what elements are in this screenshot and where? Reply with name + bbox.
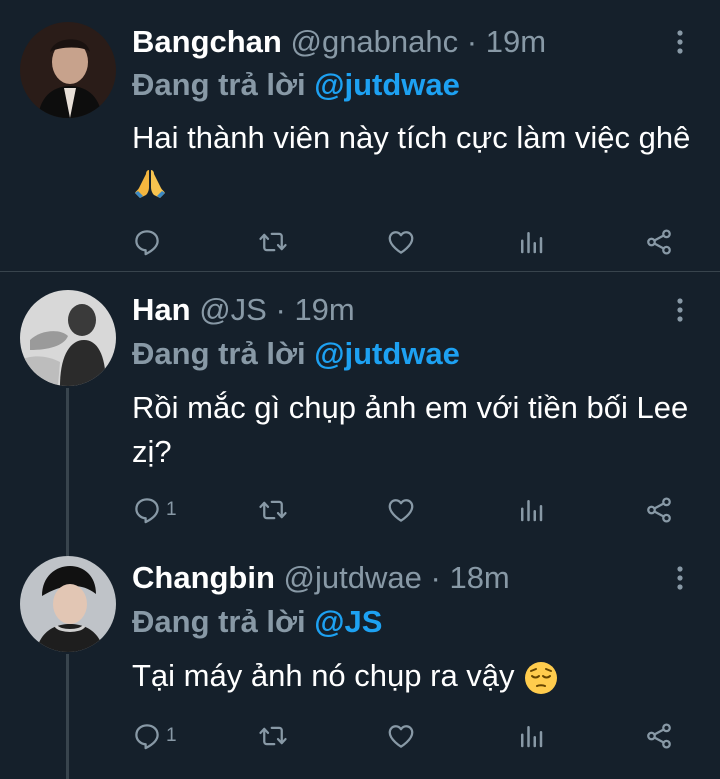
tweet-1[interactable]: Bangchan @gnabnahc · 19m Đang trả lời @j… (0, 0, 720, 270)
avatar[interactable] (20, 22, 116, 118)
like-icon (386, 721, 416, 751)
retweet-icon (258, 227, 288, 257)
share-button[interactable] (644, 494, 674, 526)
avatar-image (20, 556, 116, 652)
avatar-image (20, 22, 116, 118)
avatar[interactable] (20, 556, 116, 652)
reply-context: Đang trả lời @JS (132, 604, 382, 640)
reply-button[interactable]: 1 (132, 720, 177, 752)
separator: · (275, 292, 286, 327)
analytics-button[interactable] (516, 226, 546, 258)
reply-icon (132, 227, 162, 257)
more-vertical-icon[interactable] (670, 28, 690, 56)
tweet-text: Tại máy ảnh nó chụp ra vậy (132, 658, 515, 693)
author-handle[interactable]: @jutdwae (284, 560, 422, 595)
folded-hands-emoji-icon (135, 169, 165, 198)
reply-context: Đang trả lời @jutdwae (132, 67, 460, 103)
action-bar (132, 226, 692, 258)
author-name[interactable]: Bangchan (132, 24, 282, 59)
author-handle[interactable]: @gnabnahc (290, 24, 458, 59)
retweet-button[interactable] (258, 494, 288, 526)
reply-count: 1 (166, 725, 177, 746)
tweet-header: Han @JS · 19m (132, 292, 355, 328)
share-button[interactable] (644, 226, 674, 258)
tweet-header: Bangchan @gnabnahc · 19m (132, 24, 546, 60)
tweet-2[interactable]: Han @JS · 19m Đang trả lời @jutdwae Rồi … (0, 272, 720, 542)
like-icon (386, 495, 416, 525)
analytics-icon (516, 721, 546, 751)
timestamp[interactable]: 19m (294, 292, 354, 327)
tweet-3[interactable]: Changbin @jutdwae · 18m Đang trả lời @JS… (0, 542, 720, 779)
analytics-icon (516, 495, 546, 525)
analytics-button[interactable] (516, 720, 546, 752)
reply-icon (132, 721, 162, 751)
action-bar: 1 (132, 494, 692, 526)
reply-mention[interactable]: @jutdwae (314, 67, 460, 102)
more-vertical-icon[interactable] (670, 296, 690, 324)
reply-mention[interactable]: @JS (314, 604, 382, 639)
share-icon (644, 495, 674, 525)
retweet-icon (258, 721, 288, 751)
tweet-header: Changbin @jutdwae · 18m (132, 560, 510, 596)
reply-prefix: Đang trả lời (132, 604, 306, 639)
analytics-icon (516, 227, 546, 257)
retweet-button[interactable] (258, 720, 288, 752)
timestamp[interactable]: 18m (449, 560, 509, 595)
tweet-text: Hai thành viên này tích cực làm việc ghê (132, 120, 691, 155)
action-bar: 1 (132, 720, 692, 752)
tweet-text: Rồi mắc gì chụp ảnh em với tiền bối Lee … (132, 390, 689, 469)
separator: · (466, 24, 478, 59)
reply-mention[interactable]: @jutdwae (314, 336, 460, 371)
thread-line (66, 654, 69, 779)
reply-prefix: Đang trả lời (132, 67, 306, 102)
like-icon (386, 227, 416, 257)
author-name[interactable]: Han (132, 292, 191, 327)
reply-context: Đang trả lời @jutdwae (132, 336, 460, 372)
retweet-button[interactable] (258, 226, 288, 258)
separator: · (430, 560, 441, 595)
avatar-image (20, 290, 116, 386)
tweet-text-block: Rồi mắc gì chụp ảnh em với tiền bối Lee … (132, 386, 692, 474)
tweet-text-block: Hai thành viên này tích cực làm việc ghê (132, 116, 692, 204)
author-handle[interactable]: @JS (199, 292, 267, 327)
retweet-icon (258, 495, 288, 525)
timestamp[interactable]: 19m (486, 24, 546, 59)
reply-button[interactable] (132, 226, 166, 258)
tweet-text-block: Tại máy ảnh nó chụp ra vậy (132, 654, 692, 698)
share-icon (644, 227, 674, 257)
like-button[interactable] (386, 226, 416, 258)
like-button[interactable] (386, 720, 416, 752)
thread-line (66, 388, 69, 542)
author-name[interactable]: Changbin (132, 560, 275, 595)
avatar[interactable] (20, 290, 116, 386)
share-button[interactable] (644, 720, 674, 752)
more-vertical-icon[interactable] (670, 564, 690, 592)
reply-button[interactable]: 1 (132, 494, 177, 526)
like-button[interactable] (386, 494, 416, 526)
reply-icon (132, 495, 162, 525)
analytics-button[interactable] (516, 494, 546, 526)
reply-count: 1 (166, 499, 177, 520)
pensive-face-emoji-icon (525, 661, 558, 694)
thread-line (66, 542, 69, 556)
reply-prefix: Đang trả lời (132, 336, 306, 371)
share-icon (644, 721, 674, 751)
